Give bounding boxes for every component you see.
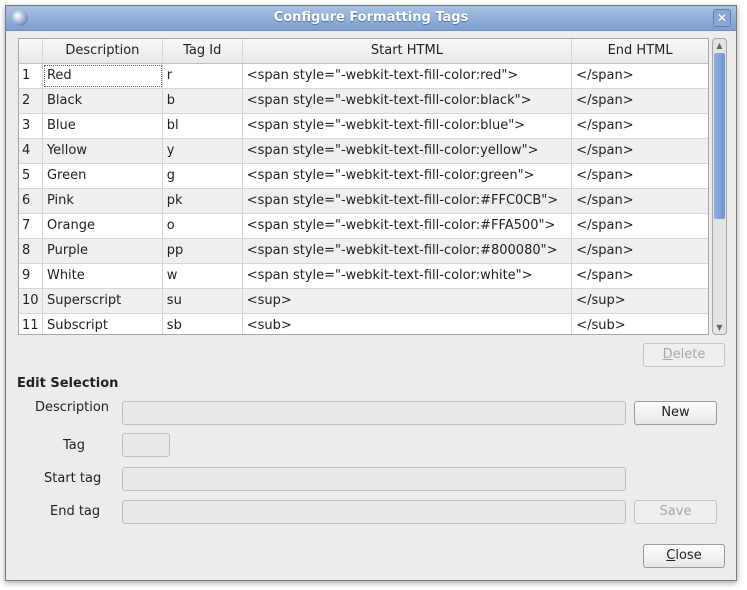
start-tag-label: Start tag [44,471,102,486]
end-html-cell[interactable]: </sub> [572,314,708,334]
dialog-window: Configure Formatting Tags ✕ Description … [5,5,737,581]
new-button[interactable]: New [634,401,717,425]
table-row[interactable]: 2 Black b <span style="-webkit-text-fill-co… [19,89,708,114]
header-tag-id[interactable]: Tag Id [163,39,243,63]
header-end-html[interactable]: End HTML [572,39,708,63]
tag-input[interactable] [122,433,170,457]
save-button[interactable]: Save [634,500,717,524]
start-html-cell[interactable]: <span style="-webkit-text-fill-color:#80… [243,239,573,263]
scrollbar-thumb[interactable] [714,53,725,219]
table-row[interactable]: 8 Purple pp <span style="-webkit-text-fill-… [19,239,708,264]
start-html-cell[interactable]: <span style="-webkit-text-fill-color:gre… [243,164,573,188]
start-html-cell[interactable]: <span style="-webkit-text-fill-color:#FF… [243,189,573,213]
tag-id-cell[interactable]: r [163,64,243,88]
end-tag-input[interactable] [122,500,626,524]
tag-id-cell[interactable]: pp [163,239,243,263]
tag-id-cell[interactable]: w [163,264,243,288]
title-bar: Configure Formatting Tags ✕ [6,6,736,31]
description-input[interactable] [122,401,626,425]
table-scrollbar[interactable]: ▲ ▼ [712,38,727,335]
end-tag-label: End tag [50,504,101,519]
start-html-cell[interactable]: <span style="-webkit-text-fill-color:whi… [243,264,573,288]
delete-label: elete [672,347,706,362]
description-cell[interactable]: Subscript [43,314,163,334]
start-html-cell[interactable]: <sub> [243,314,573,334]
end-html-cell[interactable]: </span> [572,164,708,188]
delete-mnemonic: D [662,347,673,362]
end-html-cell[interactable]: </span> [572,114,708,138]
description-cell[interactable]: Green [43,164,163,188]
header-start-html[interactable]: Start HTML [243,39,573,63]
edit-selection-heading: Edit Selection [17,376,119,391]
row-number[interactable]: 7 [19,214,43,238]
table-row[interactable]: 7 Orange o <span style="-webkit-text-fill-c… [19,214,708,239]
tag-id-cell[interactable]: sb [163,314,243,334]
description-cell[interactable]: Orange [43,214,163,238]
description-cell[interactable]: Purple [43,239,163,263]
description-cell[interactable]: Superscript [43,289,163,313]
end-html-cell[interactable]: </span> [572,139,708,163]
description-cell[interactable]: Blue [43,114,163,138]
window-title: Configure Formatting Tags [273,10,469,25]
start-html-cell[interactable]: <span style="-webkit-text-fill-color:#FF… [243,214,573,238]
row-number[interactable]: 2 [19,89,43,113]
tag-id-cell[interactable]: b [163,89,243,113]
row-number[interactable]: 5 [19,164,43,188]
description-cell[interactable]: Yellow [43,139,163,163]
start-html-cell[interactable]: <span style="-webkit-text-fill-color:yel… [243,139,573,163]
row-number[interactable]: 6 [19,189,43,213]
end-html-cell[interactable]: </span> [572,64,708,88]
end-html-cell[interactable]: </span> [572,214,708,238]
description-cell[interactable]: Pink [43,189,163,213]
row-number[interactable]: 4 [19,139,43,163]
close-window-button[interactable]: ✕ [713,9,731,27]
close-mnemonic: C [666,548,676,563]
description-cell[interactable]: White [43,264,163,288]
tag-id-cell[interactable]: bl [163,114,243,138]
tag-id-cell[interactable]: su [163,289,243,313]
end-html-cell[interactable]: </span> [572,189,708,213]
end-html-cell[interactable]: </sup> [572,289,708,313]
start-tag-input[interactable] [122,467,626,491]
row-number[interactable]: 3 [19,114,43,138]
row-number[interactable]: 8 [19,239,43,263]
row-number[interactable]: 11 [19,314,43,334]
table-row[interactable]: 6 Pink pk <span style="-webkit-text-fill-co… [19,189,708,214]
table-header: Description Tag Id Start HTML End HTML [19,39,708,64]
start-html-cell[interactable]: <sup> [243,289,573,313]
delete-button[interactable]: Delete [643,343,725,367]
scroll-up-icon[interactable]: ▲ [713,39,726,52]
table-row[interactable]: 3 Blue bl <span style="-webkit-text-fill-co… [19,114,708,139]
table-row[interactable]: 5 Green g <span style="-webkit-text-fill-co… [19,164,708,189]
end-html-cell[interactable]: </span> [572,264,708,288]
start-html-cell[interactable]: <span style="-webkit-text-fill-color:red… [243,64,573,88]
description-cell[interactable]: Black [43,89,163,113]
table-row[interactable]: 1 Red r <span style="-webkit-text-fill-colo… [19,64,708,89]
row-number[interactable]: 10 [19,289,43,313]
close-label: lose [675,548,702,563]
row-number[interactable]: 9 [19,264,43,288]
description-cell[interactable]: Red [43,64,163,88]
table-row[interactable]: 4 Yellow y <span style="-webkit-text-fill-c… [19,139,708,164]
table-row[interactable]: 9 White w <span style="-webkit-text-fill-co… [19,264,708,289]
scroll-down-icon[interactable]: ▼ [713,321,726,334]
start-html-cell[interactable]: <span style="-webkit-text-fill-color:blu… [243,114,573,138]
header-rownum [19,39,43,63]
row-number[interactable]: 1 [19,64,43,88]
tag-id-cell[interactable]: g [163,164,243,188]
header-description[interactable]: Description [43,39,163,63]
start-html-cell[interactable]: <span style="-webkit-text-fill-color:bla… [243,89,573,113]
end-html-cell[interactable]: </span> [572,239,708,263]
tags-table[interactable]: Description Tag Id Start HTML End HTML 1… [18,38,709,335]
tag-id-cell[interactable]: y [163,139,243,163]
tag-id-cell[interactable]: pk [163,189,243,213]
close-button[interactable]: Close [643,544,725,568]
table-row[interactable]: 11 Subscript sb <sub> </sub> [19,314,708,334]
end-html-cell[interactable]: </span> [572,89,708,113]
description-label: Description [35,400,110,415]
table-row[interactable]: 10 Superscript su <sup> </sup> [19,289,708,314]
tag-label: Tag [63,438,86,453]
tag-id-cell[interactable]: o [163,214,243,238]
